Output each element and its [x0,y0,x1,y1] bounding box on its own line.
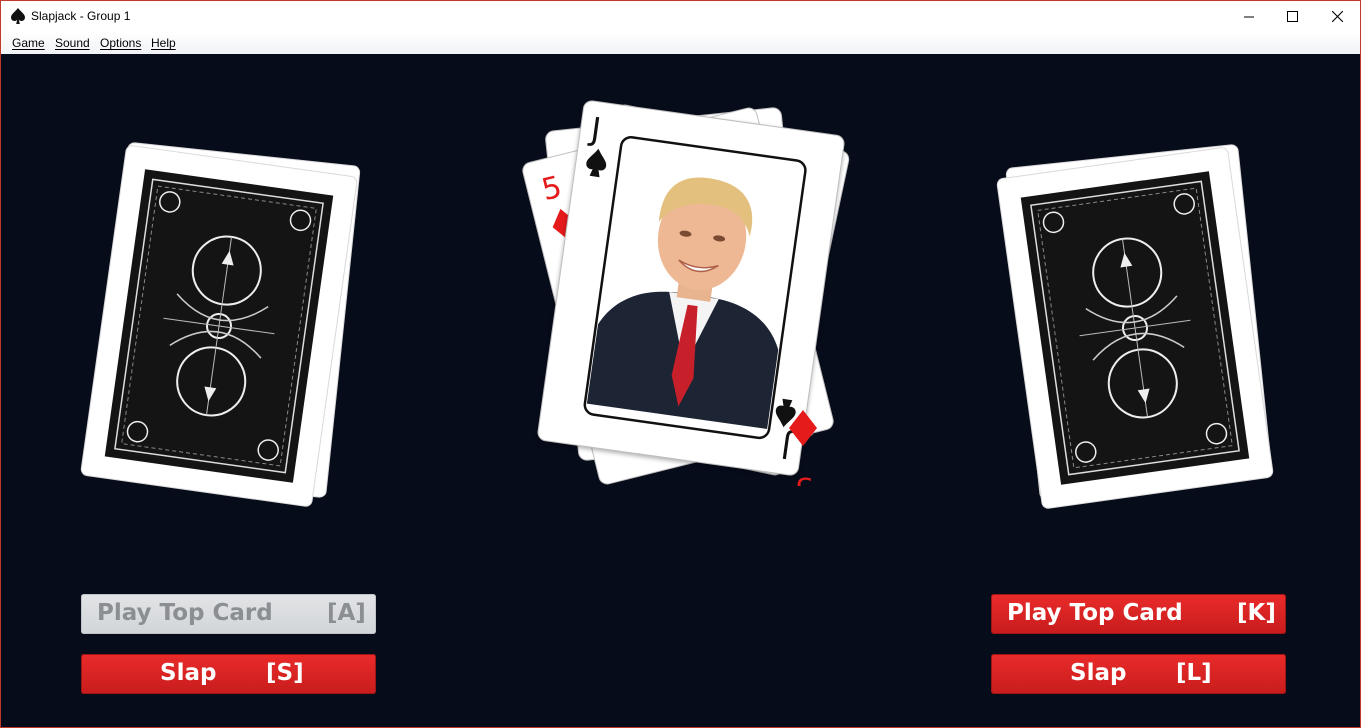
minimize-icon [1244,16,1254,17]
card-rank-label: 5 [538,170,565,209]
card-back-pattern [1018,168,1252,488]
right-deck[interactable] [997,144,1275,509]
spade-app-icon [11,8,25,24]
play-button-key: [A] [327,600,366,626]
left-slap-button[interactable]: Slap [S] [81,654,376,694]
slap-button-key: [S] [266,660,304,686]
left-play-top-card-button[interactable]: Play Top Card [A] [81,594,376,634]
card-back-pattern [102,166,336,486]
slap-button-label: Slap [1070,660,1127,686]
app-window: Slapjack - Group 1 Game Sound Options He… [0,0,1361,728]
menu-game[interactable]: Game [12,36,45,50]
spade-icon [586,148,607,178]
menu-help[interactable]: Help [151,36,176,50]
diamond-icon [789,410,817,446]
slap-button-label: Slap [160,660,217,686]
left-deck-top-card [81,145,357,507]
play-button-key: [K] [1237,600,1276,626]
window-title: Slapjack - Group 1 [31,9,131,23]
card-rank-label: 5 [795,471,813,486]
right-play-top-card-button[interactable]: Play Top Card [K] [991,594,1286,634]
card-rank-label: J [587,109,604,148]
menu-options[interactable]: Options [100,36,141,50]
center-pile[interactable]: 5 J J [520,94,851,494]
slap-button-key: [L] [1176,660,1212,686]
close-icon [1331,11,1343,22]
game-table: 5 J J Play Top Card [A] Slap [S] Play To… [1,54,1360,727]
right-slap-button[interactable]: Slap [L] [991,654,1286,694]
maximize-button[interactable] [1269,1,1315,32]
play-button-label: Play Top Card [1007,600,1183,626]
menu-sound[interactable]: Sound [55,36,90,50]
title-bar: Slapjack - Group 1 [1,1,1360,32]
play-button-label: Play Top Card [97,600,273,626]
right-deck-top-card [997,147,1273,509]
five-of-diamonds-corner: 5 [789,410,817,486]
maximize-icon [1286,11,1298,22]
menu-bar: Game Sound Options Help [1,32,1360,54]
left-deck[interactable] [81,142,363,507]
close-button[interactable] [1314,1,1360,32]
minimize-button[interactable] [1226,1,1272,32]
